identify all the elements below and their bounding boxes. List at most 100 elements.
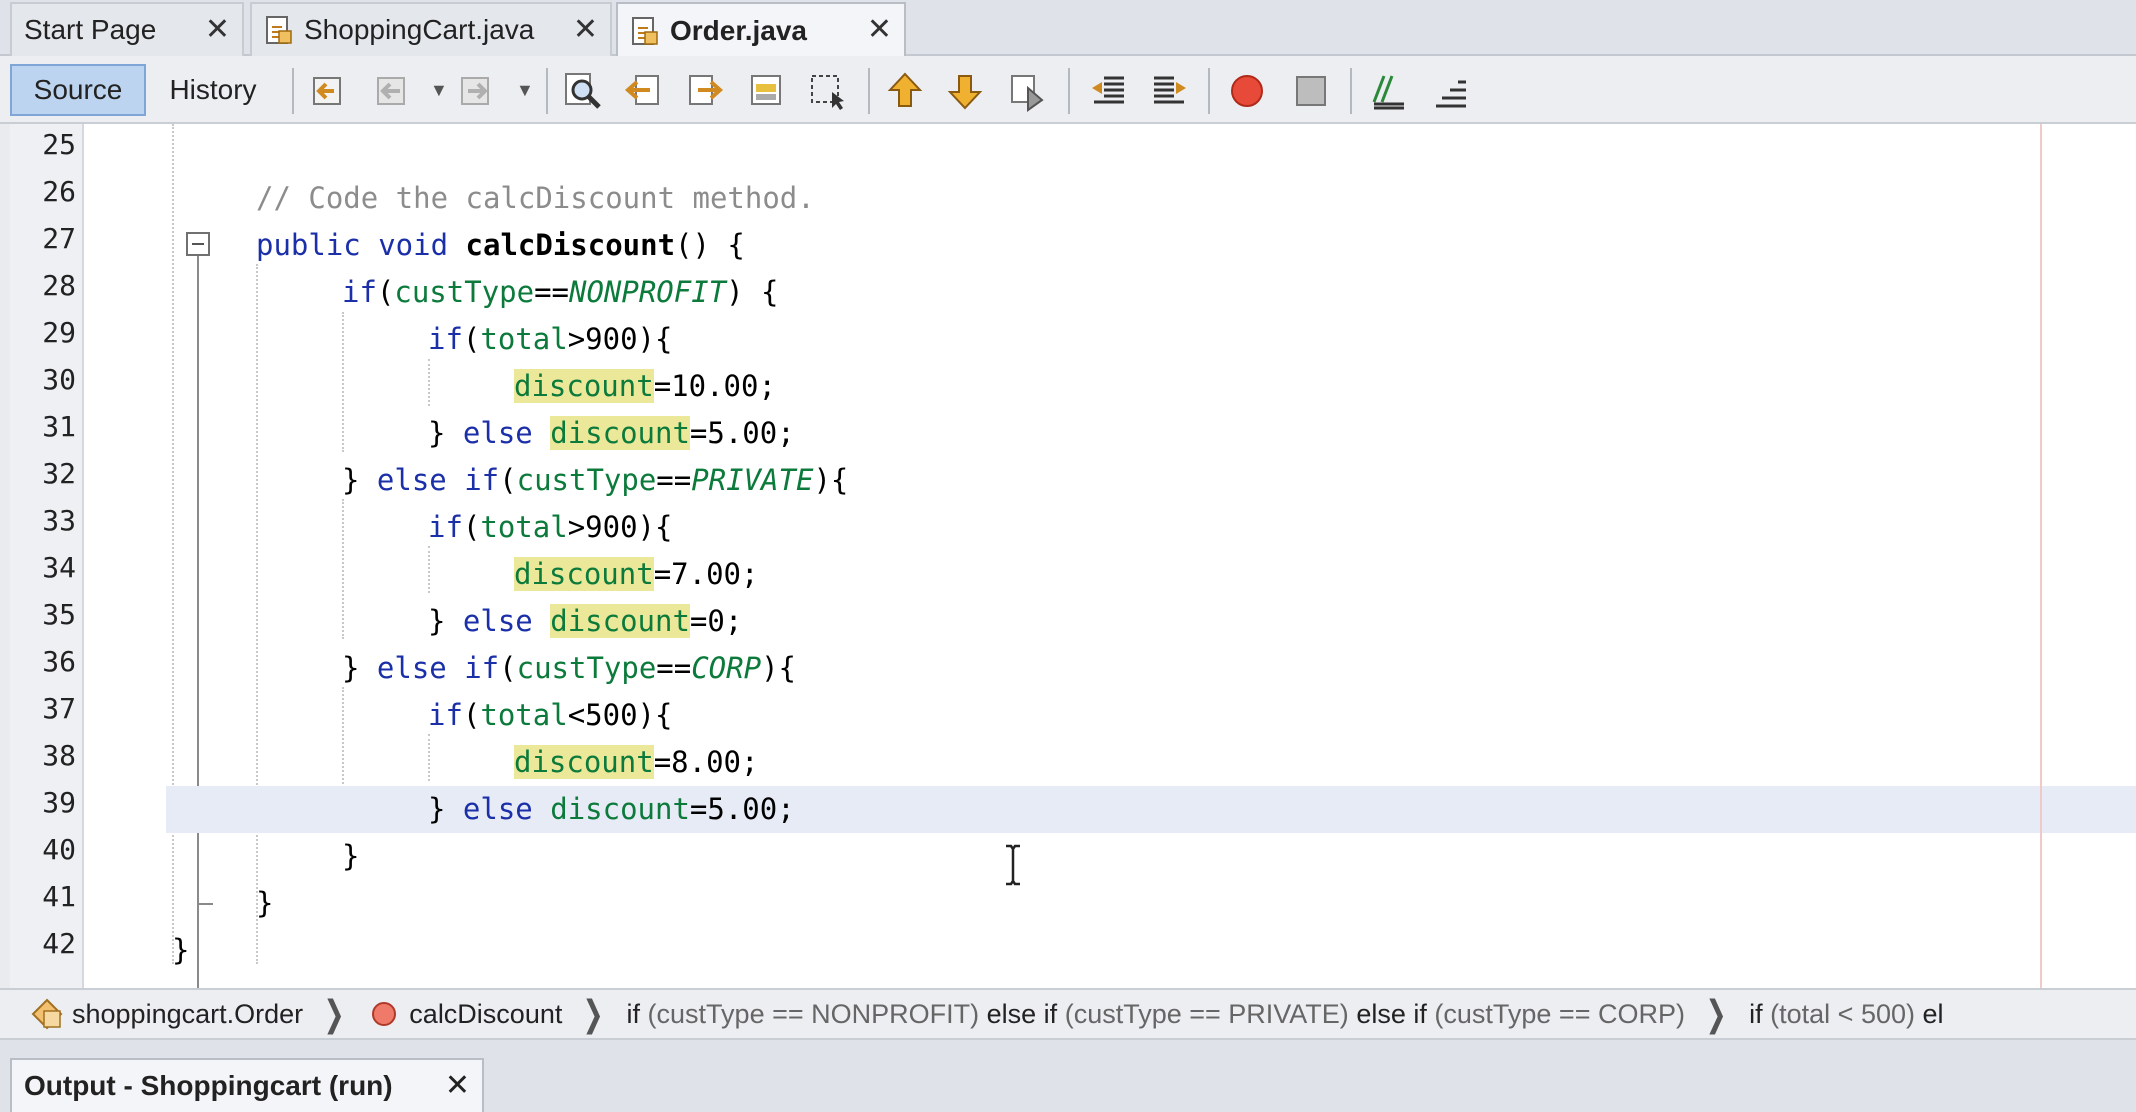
indent-guide — [342, 499, 344, 639]
code-token: } — [256, 886, 274, 920]
close-icon[interactable]: ✕ — [445, 1068, 470, 1103]
code-token: } — [172, 933, 190, 967]
constant-reference: PRIVATE — [691, 463, 814, 497]
code-editor[interactable]: 25 26 27 28 29 30 31 32 33 34 35 36 37 3… — [0, 124, 2136, 1031]
next-bookmark-icon[interactable] — [944, 70, 986, 112]
source-button[interactable]: Source — [10, 64, 146, 116]
breadcrumb-expression: (total < 500) — [1770, 998, 1915, 1029]
start-macro-recording-icon[interactable] — [1226, 70, 1268, 112]
chevron-down-icon[interactable]: ▼ — [430, 80, 448, 101]
comment-icon[interactable] — [1368, 70, 1410, 112]
toggle-highlight-icon[interactable] — [746, 70, 788, 112]
code-keyword: public void — [256, 228, 449, 262]
chevron-down-icon[interactable]: ▼ — [516, 80, 534, 101]
indent-guide — [256, 264, 258, 964]
editor-toolbar: Source History ▼ ▼ — [0, 56, 2136, 124]
constant-reference: NONPROFIT — [569, 275, 727, 309]
code-token: } — [342, 839, 360, 873]
stop-macro-recording-icon[interactable] — [1290, 70, 1332, 112]
close-icon[interactable]: ✕ — [573, 14, 598, 46]
breadcrumb-keyword: else if — [1356, 998, 1427, 1029]
line-number: 25 — [42, 128, 76, 161]
code-line: } else discount=5.00; — [428, 410, 2136, 457]
code-token: <500){ — [567, 698, 673, 732]
shift-right-icon[interactable] — [1148, 70, 1190, 112]
code-line: // Code the calcDiscount method. — [256, 175, 2136, 222]
tab-shoppingcart-java[interactable]: ShoppingCart.java ✕ — [250, 2, 612, 56]
code-line: } else if(custType==PRIVATE){ — [342, 457, 2136, 504]
indent-guide — [172, 124, 174, 964]
method-name: calcDiscount — [465, 228, 676, 262]
code-token: == — [656, 463, 692, 497]
breadcrumb-keyword: if — [1749, 998, 1763, 1029]
code-line: if(total<500){ — [428, 692, 2136, 739]
breadcrumb-conditions[interactable]: if (custType == NONPROFIT) else if (cust… — [627, 999, 1685, 1030]
tab-output-shoppingcart[interactable]: Output - Shoppingcart (run) ✕ — [10, 1058, 484, 1112]
toolbar-separator — [1068, 68, 1070, 114]
line-number: 35 — [42, 598, 76, 631]
breadcrumb-keyword: el — [1922, 998, 1944, 1029]
rectangular-selection-icon[interactable] — [806, 70, 848, 112]
back-icon[interactable] — [372, 70, 414, 112]
line-number: 31 — [42, 410, 76, 443]
breadcrumb-method[interactable]: calcDiscount — [367, 997, 562, 1031]
indent-guide — [428, 359, 430, 406]
close-icon[interactable]: ✕ — [867, 14, 892, 46]
line-number: 37 — [42, 692, 76, 725]
line-number: 28 — [42, 269, 76, 302]
tab-label: Output - Shoppingcart (run) — [24, 1070, 393, 1101]
text-cursor-icon — [1004, 844, 1022, 886]
code-keyword: else — [462, 604, 533, 638]
highlighted-occurrence: discount — [550, 604, 690, 638]
highlighted-occurrence: discount — [514, 369, 654, 403]
code-keyword: if — [428, 510, 463, 544]
line-number: 33 — [42, 504, 76, 537]
forward-icon[interactable] — [456, 70, 498, 112]
breadcrumb-inner-condition[interactable]: if (total < 500) el — [1749, 999, 1943, 1030]
line-number: 42 — [42, 927, 76, 960]
code-token: ){ — [761, 651, 796, 685]
last-edit-icon[interactable] — [308, 70, 350, 112]
line-number: 39 — [42, 786, 76, 819]
find-previous-icon[interactable] — [622, 70, 664, 112]
code-line: } — [256, 880, 2136, 927]
toolbar-separator — [292, 68, 294, 114]
find-next-icon[interactable] — [684, 70, 726, 112]
code-token: =5.00; — [689, 792, 795, 826]
breadcrumb-label: calcDiscount — [409, 998, 563, 1029]
field-reference: custType — [516, 463, 657, 497]
code-area[interactable]: // Code the calcDiscount method. public … — [166, 124, 2136, 988]
code-token: ( — [462, 322, 481, 356]
code-token: } — [342, 463, 377, 497]
previous-bookmark-icon[interactable] — [884, 70, 926, 112]
toolbar-separator — [1208, 68, 1210, 114]
shift-left-icon[interactable] — [1088, 70, 1130, 112]
code-line: } else discount=0; — [428, 598, 2136, 645]
history-button[interactable]: History — [148, 64, 278, 116]
line-number: 34 — [42, 551, 76, 584]
code-line: } else if(custType==CORP){ — [342, 645, 2136, 692]
toggle-bookmark-icon[interactable] — [1006, 70, 1048, 112]
code-line: discount=7.00; — [514, 551, 2136, 598]
code-token: =0; — [689, 604, 743, 638]
navigation-breadcrumb: shoppingcart.Order ❯ calcDiscount ❯ if (… — [0, 988, 2136, 1040]
line-number: 41 — [42, 880, 76, 913]
breadcrumb-class[interactable]: shoppingcart.Order — [30, 997, 303, 1031]
line-number: 26 — [42, 175, 76, 208]
find-icon[interactable] — [562, 70, 604, 112]
code-line: discount=10.00; — [514, 363, 2136, 410]
method-icon — [372, 1002, 397, 1026]
uncomment-icon[interactable] — [1430, 70, 1472, 112]
code-token: } — [428, 604, 463, 638]
tab-order-java[interactable]: Order.java ✕ — [616, 2, 906, 58]
close-icon[interactable]: ✕ — [205, 14, 230, 46]
tab-start-page[interactable]: Start Page ✕ — [10, 2, 244, 56]
code-token: } — [428, 792, 463, 826]
highlighted-occurrence: discount — [514, 745, 654, 779]
line-number: 27 — [42, 222, 76, 255]
field-reference: custType — [394, 275, 535, 309]
code-line: public void calcDiscount() { — [256, 222, 2136, 269]
toolbar-separator — [546, 68, 548, 114]
line-number: 32 — [42, 457, 76, 490]
indent-guide — [342, 312, 344, 452]
